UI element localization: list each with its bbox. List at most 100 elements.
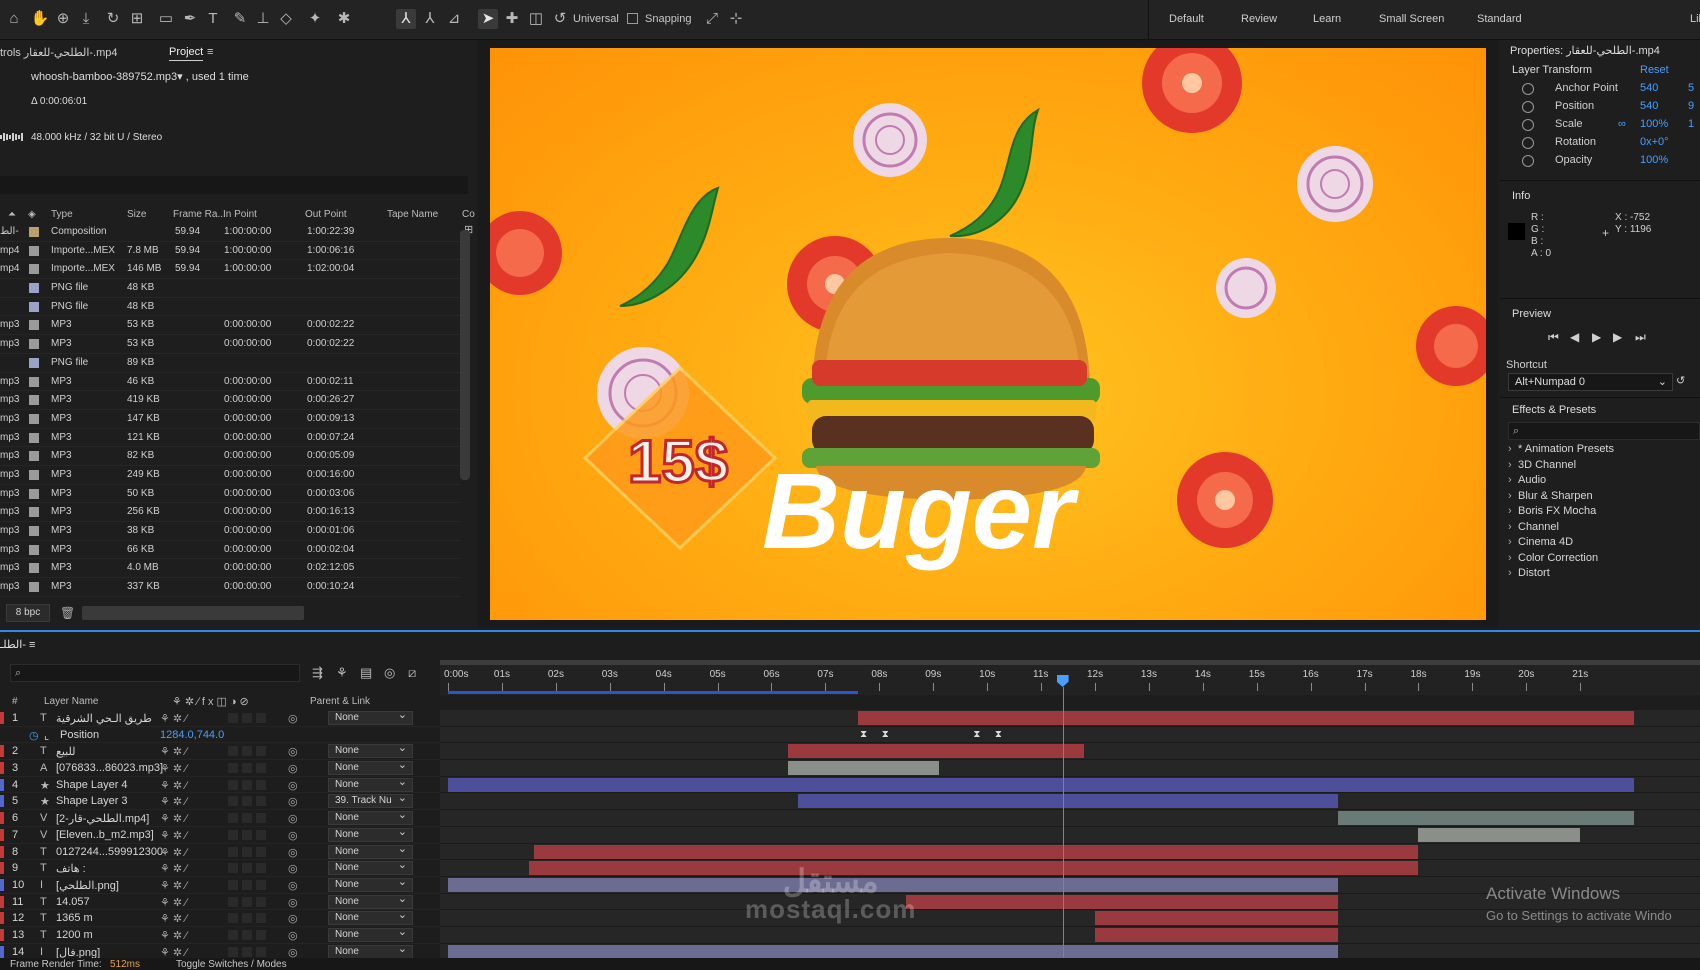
timeline-search-input[interactable]: ⌕ <box>10 664 300 682</box>
panel-menu-icon[interactable]: ≡ <box>207 46 213 58</box>
layer-row[interactable]: 9 T هاتف : ⚘ ✲ ∕ ◎ None <box>0 859 440 877</box>
prop-rotation-value[interactable]: 0x+0° <box>1640 136 1669 148</box>
layer-name[interactable]: 0127244...599912300 <box>56 846 163 858</box>
layer-switch-box[interactable] <box>242 863 252 874</box>
layer-label-color[interactable] <box>0 762 4 775</box>
layer-duration-bar[interactable] <box>857 711 1635 725</box>
label-swatch[interactable] <box>29 320 39 331</box>
layer-duration-bar[interactable] <box>1094 911 1338 926</box>
layer-name[interactable]: [Eleven..b_m2.mp3] <box>56 829 154 841</box>
next-frame-icon[interactable]: ▶ <box>1613 330 1622 344</box>
chevron-down-icon[interactable]: ▾ <box>177 71 183 83</box>
label-swatch[interactable] <box>29 339 39 350</box>
project-item-row[interactable]: mp3 MP3 337 KB 0:00:00:00 0:00:10:24 <box>0 578 460 597</box>
layer-name[interactable]: للبيع <box>56 745 76 758</box>
layer-switch-box[interactable] <box>256 829 266 840</box>
layer-switch-box[interactable] <box>242 796 252 807</box>
prop-scale-y[interactable]: 1 <box>1688 118 1694 130</box>
layer-row[interactable]: 2 T للبيع ⚘ ✲ ∕ ◎ None <box>0 742 440 761</box>
layer-duration-bar[interactable] <box>534 844 1419 859</box>
pick-whip-icon[interactable]: ◎ <box>288 812 298 825</box>
play-icon[interactable]: ▶ <box>1592 330 1601 344</box>
composition-canvas[interactable]: 15$ Buger <box>490 48 1486 620</box>
layer-switches[interactable]: ⚘ ✲ ∕ <box>160 712 187 725</box>
layer-label-color[interactable] <box>0 945 4 958</box>
layer-name[interactable]: [فال.png] <box>56 946 100 959</box>
layer-label-color[interactable] <box>0 928 4 941</box>
layer-switch-box[interactable] <box>242 846 252 857</box>
effects-search-input[interactable]: ⌕ <box>1508 422 1700 440</box>
layer-label-color[interactable] <box>0 895 4 908</box>
label-swatch[interactable] <box>29 227 39 237</box>
label-swatch[interactable] <box>29 245 39 256</box>
pick-whip-icon[interactable]: ◎ <box>288 795 298 808</box>
effect-category[interactable]: › 3D Channel <box>1508 459 1576 471</box>
col-parent-link[interactable]: Parent & Link <box>310 696 370 707</box>
col-type[interactable]: Type <box>51 209 73 220</box>
layer-name[interactable]: 1365 m <box>56 912 93 924</box>
label-swatch[interactable] <box>29 357 39 368</box>
pick-whip-icon[interactable]: ◎ <box>288 762 298 775</box>
project-item-row[interactable]: mp3 MP3 256 KB 0:00:00:00 0:00:16:13 <box>0 503 460 522</box>
layer-duration-bar[interactable] <box>528 861 1419 876</box>
prop-opacity-value[interactable]: 100% <box>1640 154 1668 166</box>
layer-row[interactable]: 1 T طريق الـحي الشرقية ⚘ ✲ ∕ ◎ None <box>0 709 440 727</box>
workspace-libraries[interactable]: Lib <box>1690 13 1700 25</box>
parent-select[interactable]: None <box>328 759 413 776</box>
prop-anchor-point-y[interactable]: 5 <box>1688 82 1694 94</box>
label-swatch[interactable] <box>29 283 39 294</box>
view-axis-icon[interactable]: ⊿ <box>444 9 464 29</box>
puppet-pin-tool-icon[interactable]: ✱ <box>334 9 354 29</box>
keyframe-icon[interactable]: ⧗ <box>860 729 867 740</box>
project-item-row[interactable]: mp3 MP3 38 KB 0:00:00:00 0:00:01:06 <box>0 522 460 541</box>
layer-switch-box[interactable] <box>242 829 252 840</box>
stopwatch-icon[interactable] <box>1522 137 1534 149</box>
label-swatch[interactable] <box>29 301 39 312</box>
snapping-label[interactable]: Snapping <box>645 13 692 25</box>
layer-row[interactable]: 11 T 14.057 ⚘ ✲ ∕ ◎ None <box>0 893 440 911</box>
project-item-row[interactable]: mp3 MP3 82 KB 0:00:00:00 0:00:05:09 <box>0 447 460 466</box>
layer-duration-bar[interactable] <box>798 794 1338 809</box>
layer-switch-box[interactable] <box>242 879 252 890</box>
world-axis-icon[interactable]: ⅄ <box>420 9 440 29</box>
pick-whip-icon[interactable]: ◎ <box>288 712 298 725</box>
snapping-checkbox[interactable] <box>627 13 638 24</box>
layer-switch-box[interactable] <box>228 946 238 957</box>
layer-switches[interactable]: ⚘ ✲ ∕ <box>160 779 187 792</box>
layer-switches[interactable]: ⚘ ✲ ∕ <box>160 762 187 775</box>
stopwatch-icon[interactable] <box>1522 155 1534 167</box>
layer-duration-bar[interactable] <box>448 944 1338 959</box>
layer-switch-box[interactable] <box>242 763 252 774</box>
layer-name[interactable]: [2-الطلحي-قار.mp4] <box>56 812 149 825</box>
bit-depth-button[interactable]: 8 bpc <box>6 604 50 622</box>
col-out-point[interactable]: Out Point <box>305 209 347 220</box>
effect-category[interactable]: › Audio <box>1508 474 1546 486</box>
project-item-row[interactable]: mp3 MP3 53 KB 0:00:00:00 0:00:02:22 <box>0 335 460 354</box>
layer-name[interactable]: Shape Layer 4 <box>56 779 128 791</box>
layer-switch-box[interactable] <box>228 913 238 924</box>
toggle-switches-modes[interactable]: Toggle Switches / Modes <box>176 959 287 970</box>
previous-frame-icon[interactable]: ◀ <box>1570 330 1579 344</box>
layer-name[interactable]: 1200 m <box>56 929 93 941</box>
trash-icon[interactable]: 🗑 <box>60 606 75 620</box>
hide-shy-layers-icon[interactable]: ▤ <box>360 665 372 681</box>
label-swatch[interactable] <box>29 395 39 406</box>
stopwatch-icon[interactable] <box>1522 101 1534 113</box>
parent-select[interactable]: None <box>328 926 413 942</box>
layer-switch-box[interactable] <box>256 813 266 824</box>
layer-switches[interactable]: ⚘ ✲ ∕ <box>160 795 187 808</box>
timeline-tab[interactable]: الطلـ- ≡ <box>0 638 35 651</box>
layer-switch-box[interactable] <box>256 929 266 940</box>
hand-tool-icon[interactable]: ✋ <box>30 9 50 29</box>
project-item-row[interactable]: mp3 MP3 147 KB 0:00:00:00 0:00:09:13 <box>0 410 460 429</box>
layer-duration-bar[interactable] <box>448 777 1635 792</box>
layer-switch-box[interactable] <box>242 746 252 757</box>
first-frame-icon[interactable]: ⏮ <box>1548 330 1559 345</box>
effect-category[interactable]: › Channel <box>1508 521 1559 533</box>
snap-features-icon[interactable]: ⊹ <box>726 9 746 29</box>
layer-label-color[interactable] <box>0 812 4 825</box>
move-icon[interactable]: ✚ <box>502 9 522 29</box>
zoom-tool-icon[interactable]: ⊕ <box>53 9 73 29</box>
universal-label[interactable]: Universal <box>573 13 619 25</box>
layer-switches[interactable]: ⚘ ✲ ∕ <box>160 929 187 942</box>
